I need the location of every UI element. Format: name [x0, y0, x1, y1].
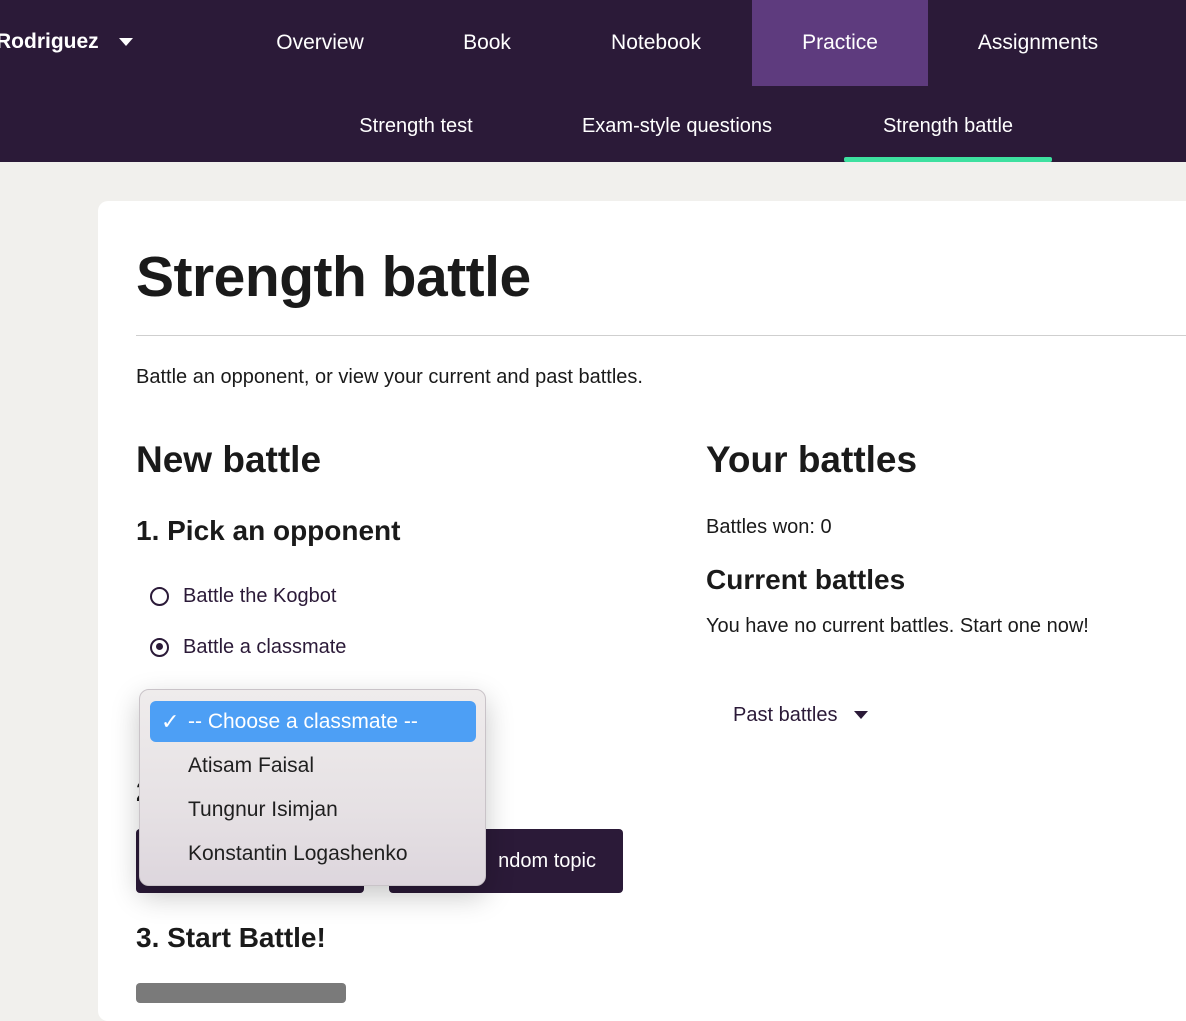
page-intro: Battle an opponent, or view your current… — [136, 366, 643, 388]
page-title: Strength battle — [136, 245, 531, 309]
radio-battle-classmate[interactable]: Battle a classmate — [150, 633, 346, 661]
classmate-option[interactable]: ✓ -- Choose a classmate -- — [150, 701, 476, 742]
start-battle-button[interactable] — [136, 983, 346, 1003]
radio-battle-kogbot[interactable]: Battle the Kogbot — [150, 582, 336, 610]
subnav-strength-test[interactable]: Strength test — [330, 94, 502, 158]
nav-overview[interactable]: Overview — [252, 0, 388, 86]
subnav-exam-style-questions[interactable]: Exam-style questions — [556, 94, 798, 158]
step-pick-opponent-heading: 1. Pick an opponent — [136, 515, 401, 546]
current-battles-empty: You have no current battles. Start one n… — [706, 615, 1089, 637]
step-start-battle-heading: 3. Start Battle! — [136, 922, 326, 953]
your-battles-heading: Your battles — [706, 439, 918, 480]
nav-assignments[interactable]: Assignments — [960, 0, 1116, 86]
nav-practice[interactable]: Practice — [752, 0, 928, 86]
nav-book[interactable]: Book — [430, 0, 544, 86]
option-label: Atisam Faisal — [188, 753, 315, 777]
new-battle-heading: New battle — [136, 439, 322, 480]
random-topic-label: ndom topic — [498, 849, 596, 872]
radio-unchecked-icon[interactable] — [150, 586, 169, 606]
radio-label: Battle a classmate — [183, 635, 347, 658]
past-battles-label: Past battles — [733, 703, 838, 726]
classmate-option[interactable]: Atisam Faisal — [150, 745, 476, 786]
radio-checked-icon[interactable] — [150, 637, 169, 657]
content-card — [98, 201, 1186, 1021]
classmate-select-dropdown[interactable]: ✓ -- Choose a classmate -- Atisam Faisal… — [139, 689, 486, 886]
option-label: -- Choose a classmate -- — [188, 709, 418, 733]
battles-won-count: Battles won: 0 — [706, 516, 832, 538]
top-navigation-bar: Rodriguez Overview Book Notebook Practic… — [0, 0, 1186, 162]
current-battles-heading: Current battles — [706, 564, 906, 595]
checkmark-icon: ✓ — [161, 709, 180, 734]
nav-notebook[interactable]: Notebook — [586, 0, 726, 86]
user-name: Rodriguez — [0, 30, 99, 53]
option-label: Konstantin Logashenko — [188, 841, 408, 865]
user-menu[interactable]: Rodriguez — [0, 26, 133, 58]
radio-label: Battle the Kogbot — [183, 584, 337, 607]
chevron-down-icon — [853, 711, 868, 719]
option-label: Tungnur Isimjan — [188, 797, 338, 821]
classmate-option[interactable]: Konstantin Logashenko — [150, 833, 476, 874]
active-subnav-indicator — [844, 157, 1052, 162]
chevron-down-icon — [118, 38, 133, 46]
subnav-strength-battle[interactable]: Strength battle — [852, 94, 1044, 158]
past-battles-toggle[interactable]: Past battles — [733, 700, 868, 730]
classmate-option[interactable]: Tungnur Isimjan — [150, 789, 476, 830]
title-divider — [136, 335, 1186, 336]
